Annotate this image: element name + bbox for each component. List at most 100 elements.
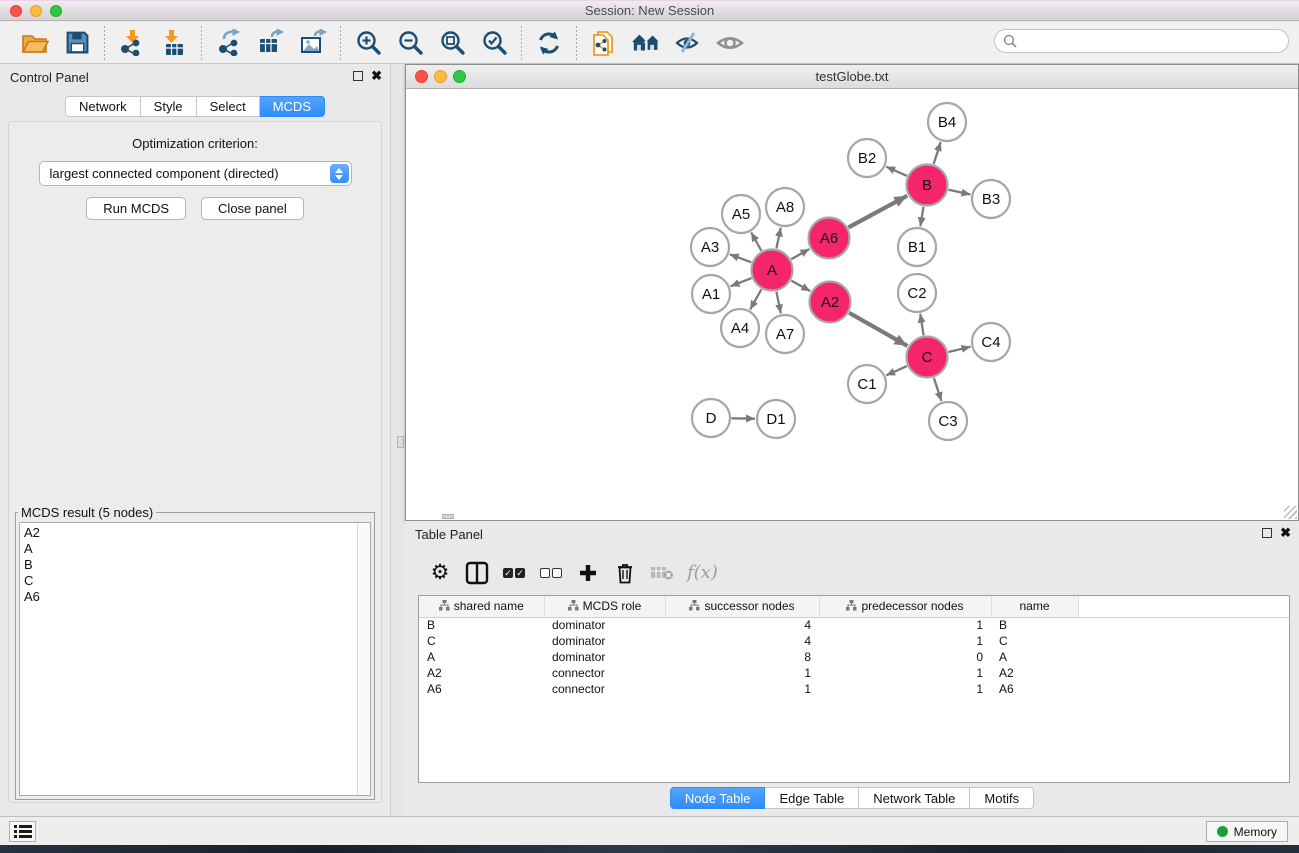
result-item[interactable]: A2 — [24, 525, 370, 541]
refresh-button[interactable] — [534, 27, 564, 59]
export-network-button[interactable] — [214, 27, 244, 59]
edge-A-A2[interactable] — [791, 281, 810, 292]
close-table-panel-icon[interactable]: ✖ — [1280, 528, 1291, 538]
graph-node-C[interactable]: C — [907, 337, 948, 378]
tab-select[interactable]: Select — [197, 96, 260, 117]
cell[interactable]: dominator — [544, 617, 665, 633]
result-item[interactable]: B — [24, 557, 370, 573]
graph-node-A7[interactable]: A7 — [766, 315, 804, 353]
cell[interactable]: A2 — [991, 665, 1078, 681]
graph-node-B[interactable]: B — [907, 165, 948, 206]
column-header-name[interactable]: name — [991, 596, 1078, 617]
graph-node-A4[interactable]: A4 — [721, 309, 759, 347]
edge-A-A6[interactable] — [791, 249, 809, 259]
network-window-titlebar[interactable]: testGlobe.txt — [406, 65, 1298, 89]
result-item[interactable]: C — [24, 573, 370, 589]
column-header-predecessor-nodes[interactable]: predecessor nodes — [819, 596, 991, 617]
search-field[interactable] — [994, 29, 1289, 53]
edge-C-C1[interactable] — [886, 366, 907, 375]
table-row[interactable]: A2connector11A2 — [419, 665, 1289, 681]
close-panel-icon[interactable]: ✖ — [371, 71, 382, 81]
table-row[interactable]: Bdominator41B — [419, 617, 1289, 633]
cell[interactable]: A6 — [419, 681, 544, 697]
cell[interactable]: 1 — [819, 665, 991, 681]
cell[interactable]: 4 — [665, 633, 819, 649]
table-tab-node-table[interactable]: Node Table — [670, 787, 766, 809]
edge-C-C3[interactable] — [934, 378, 942, 401]
cell[interactable]: B — [419, 617, 544, 633]
cell[interactable]: A6 — [991, 681, 1078, 697]
graph-node-C4[interactable]: C4 — [972, 323, 1010, 361]
graph-node-D[interactable]: D — [692, 399, 730, 437]
new-network-from-selection-button[interactable] — [589, 27, 619, 59]
zoom-fit-button[interactable] — [437, 27, 467, 59]
column-header-MCDS-role[interactable]: MCDS role — [544, 596, 665, 617]
cell[interactable]: 1 — [665, 665, 819, 681]
edge-B-B1[interactable] — [920, 207, 923, 227]
graph-node-A2[interactable]: A2 — [810, 282, 851, 323]
edge-A-A4[interactable] — [750, 289, 761, 309]
cell[interactable]: C — [419, 633, 544, 649]
edge-C-C4[interactable] — [948, 347, 970, 352]
cell[interactable]: connector — [544, 681, 665, 697]
graph-node-B3[interactable]: B3 — [972, 180, 1010, 218]
edge-B-B3[interactable] — [948, 190, 970, 195]
graph-node-C1[interactable]: C1 — [848, 365, 886, 403]
table-row[interactable]: A6connector11A6 — [419, 681, 1289, 697]
cell[interactable]: dominator — [544, 649, 665, 665]
cell[interactable]: connector — [544, 665, 665, 681]
graph-node-C3[interactable]: C3 — [929, 402, 967, 440]
edge-A-A1[interactable] — [731, 278, 752, 286]
graph-node-B2[interactable]: B2 — [848, 139, 886, 177]
graph-node-A6[interactable]: A6 — [809, 218, 850, 259]
cell[interactable]: B — [991, 617, 1078, 633]
panel-splitter-handle[interactable] — [397, 436, 404, 448]
add-column-button[interactable] — [576, 558, 600, 588]
result-item[interactable]: A — [24, 541, 370, 557]
cell[interactable]: 1 — [665, 681, 819, 697]
export-image-button[interactable] — [298, 27, 328, 59]
zoom-out-button[interactable] — [395, 27, 425, 59]
show-all-button[interactable] — [715, 27, 745, 59]
edge-B-B4[interactable] — [934, 142, 941, 164]
edge-C-C2[interactable] — [920, 314, 923, 336]
split-divider-handle[interactable] — [442, 514, 454, 519]
column-header-successor-nodes[interactable]: successor nodes — [665, 596, 819, 617]
zoom-selected-button[interactable] — [479, 27, 509, 59]
graph-node-A3[interactable]: A3 — [691, 228, 729, 266]
delete-column-button[interactable] — [613, 558, 637, 588]
graph-node-B1[interactable]: B1 — [898, 228, 936, 266]
window-resize-grip[interactable] — [1284, 506, 1297, 519]
column-header-shared-name[interactable]: shared name — [419, 596, 544, 617]
cell[interactable]: A — [419, 649, 544, 665]
edge-A2-C[interactable] — [849, 313, 907, 346]
graph-node-D1[interactable]: D1 — [757, 400, 795, 438]
memory-button[interactable]: Memory — [1206, 821, 1288, 842]
float-panel-icon[interactable] — [353, 71, 363, 81]
network-canvas[interactable]: B4B2BB3A8A5A6B1A3AC2A1A2A4A7C4CC1DD1C3 — [406, 89, 1298, 520]
tab-network[interactable]: Network — [65, 96, 141, 117]
save-session-button[interactable] — [62, 27, 92, 59]
import-network-button[interactable] — [117, 27, 147, 59]
cell[interactable]: C — [991, 633, 1078, 649]
cell[interactable]: 0 — [819, 649, 991, 665]
graph-node-C2[interactable]: C2 — [898, 274, 936, 312]
result-scrollbar[interactable] — [357, 523, 370, 795]
close-panel-button[interactable]: Close panel — [201, 197, 304, 220]
cell[interactable]: 8 — [665, 649, 819, 665]
edge-A-A8[interactable] — [776, 228, 780, 249]
edge-B-B2[interactable] — [886, 167, 907, 176]
select-all-button[interactable]: ✓ ✓ — [502, 558, 526, 588]
home-button[interactable] — [631, 27, 661, 59]
graph-node-A8[interactable]: A8 — [766, 188, 804, 226]
table-tab-edge-table[interactable]: Edge Table — [765, 787, 859, 809]
cell[interactable]: 4 — [665, 617, 819, 633]
hide-selected-button[interactable] — [673, 27, 703, 59]
cell[interactable]: 1 — [819, 617, 991, 633]
deselect-all-button[interactable] — [539, 558, 563, 588]
edge-A-A3[interactable] — [730, 254, 752, 262]
criterion-dropdown[interactable]: largest connected component (directed) — [39, 161, 352, 186]
import-table-button[interactable] — [159, 27, 189, 59]
table-tab-network-table[interactable]: Network Table — [859, 787, 970, 809]
table-row[interactable]: Cdominator41C — [419, 633, 1289, 649]
